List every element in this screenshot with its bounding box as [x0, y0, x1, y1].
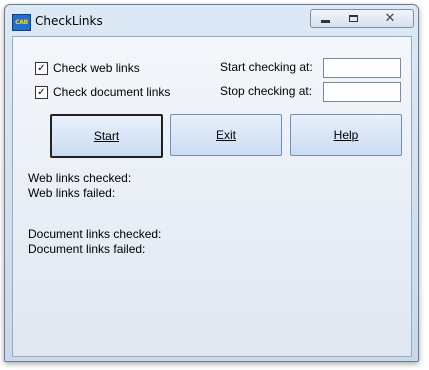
- check-document-links-checkbox[interactable]: ✓: [35, 86, 48, 99]
- start-checking-label: Start checking at:: [220, 60, 313, 74]
- checklinks-window: CAB CheckLinks ✕ ✓ Check web links ✓ Che…: [4, 4, 419, 362]
- start-button-label: Start: [93, 129, 120, 143]
- document-links-checked-label: Document links checked:: [28, 227, 162, 241]
- web-links-checked-label: Web links checked:: [28, 171, 132, 185]
- check-web-links-label[interactable]: Check web links: [53, 61, 140, 75]
- check-document-links-label[interactable]: Check document links: [53, 85, 170, 99]
- start-button[interactable]: Start: [50, 114, 163, 158]
- check-web-links-checkbox[interactable]: ✓: [35, 62, 48, 75]
- stop-checking-input[interactable]: [323, 82, 401, 102]
- app-icon: CAB: [12, 14, 31, 31]
- window-title: CheckLinks: [35, 14, 103, 28]
- dialog-client-area: ✓ Check web links ✓ Check document links…: [12, 36, 412, 357]
- stop-checking-label: Stop checking at:: [220, 84, 313, 98]
- close-button[interactable]: ✕: [367, 9, 414, 28]
- document-links-failed-label: Document links failed:: [28, 242, 146, 256]
- minimize-button[interactable]: [310, 9, 340, 28]
- web-links-failed-label: Web links failed:: [28, 186, 116, 200]
- exit-button[interactable]: Exit: [170, 114, 282, 156]
- exit-button-label: Exit: [215, 128, 236, 142]
- maximize-button[interactable]: [339, 9, 368, 28]
- title-bar[interactable]: CAB CheckLinks ✕: [5, 5, 418, 37]
- help-button[interactable]: Help: [290, 114, 402, 156]
- minimize-icon: [320, 20, 330, 23]
- close-icon: ✕: [384, 11, 396, 26]
- maximize-icon: [348, 15, 358, 22]
- help-button-label: Help: [333, 128, 359, 142]
- start-checking-input[interactable]: [323, 58, 401, 78]
